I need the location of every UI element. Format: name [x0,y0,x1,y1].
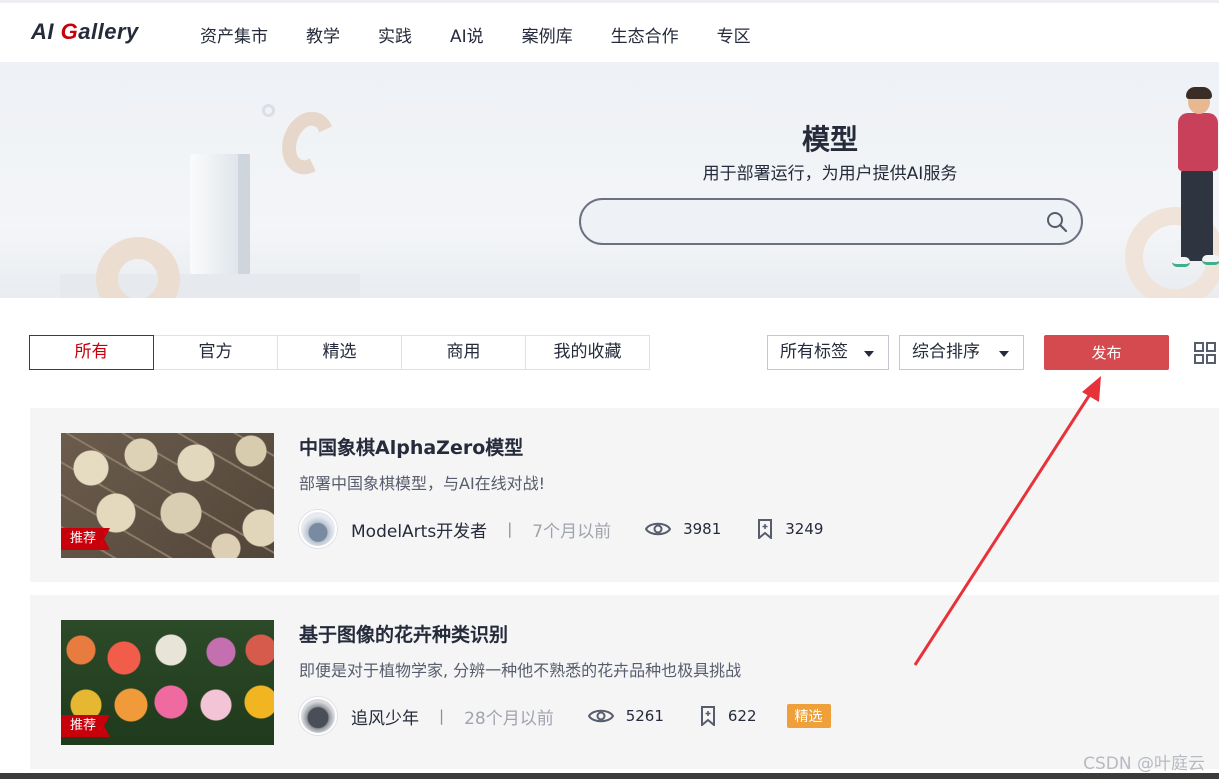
nav-item-case-library[interactable]: 案例库 [522,22,573,47]
tab-featured[interactable]: 精选 [277,335,402,370]
recommended-badge: 推荐 [61,528,111,550]
logo-rest: allery [78,19,139,44]
view-count: 5261 [625,707,664,725]
chevron-down-icon [864,351,874,357]
model-title[interactable]: 中国象棋AlphaZero模型 [299,433,523,460]
logo[interactable]: AI Gallery [31,19,139,45]
model-description: 即便是对于植物学家, 分辨一种他不熟悉的花卉品种也极具挑战 [299,661,742,680]
nav-item-asset-market[interactable]: 资产集市 [200,22,268,47]
avatar[interactable] [299,510,337,548]
model-title[interactable]: 基于图像的花卉种类识别 [299,620,508,647]
model-meta: ModelArts开发者 | 7个月以前 3981 3249 [299,510,823,548]
top-navbar: AI Gallery 资产集市 教学 实践 AI说 案例库 生态合作 专区 [0,0,1219,62]
nav-item-teaching[interactable]: 教学 [306,22,340,47]
main-nav: 资产集市 教学 实践 AI说 案例库 生态合作 专区 [200,22,789,47]
meta-separator: | [507,520,513,538]
author-name[interactable]: ModelArts开发者 [351,517,487,542]
bookmark-icon[interactable] [757,519,773,539]
chevron-down-icon [999,351,1009,357]
search-input[interactable] [601,200,1041,243]
model-card[interactable]: 推荐 中国象棋AlphaZero模型 部署中国象棋模型，与AI在线对战! Mod… [30,408,1219,582]
logo-g: G [60,19,79,44]
hero-banner: 模型 用于部署运行，为用户提供AI服务 [0,62,1219,298]
nav-item-ai-talk[interactable]: AI说 [450,22,484,47]
view-count: 3981 [683,520,722,538]
bottom-bar [0,773,1219,779]
publish-time: 28个月以前 [464,708,554,729]
featured-tag: 精选 [786,704,831,728]
model-thumbnail-chess[interactable]: 推荐 [61,433,274,558]
search-icon[interactable] [1045,210,1069,234]
banner-dot-decoration [262,104,275,117]
grid-view-icon[interactable] [1194,342,1216,364]
publish-button[interactable]: 发布 [1044,335,1169,370]
tab-commercial[interactable]: 商用 [401,335,526,370]
page-subtitle: 用于部署运行，为用户提供AI服务 [702,164,958,184]
banner-person-illustration [1172,87,1219,282]
favorite-count: 3249 [785,520,824,538]
meta-separator: | [439,707,445,725]
logo-prefix: AI [31,19,61,44]
tags-dropdown[interactable]: 所有标签 [767,335,889,370]
model-card[interactable]: 推荐 基于图像的花卉种类识别 即便是对于植物学家, 分辨一种他不熟悉的花卉品种也… [30,595,1219,769]
nav-item-ecosystem[interactable]: 生态合作 [611,22,679,47]
avatar[interactable] [299,697,337,735]
eye-icon [645,522,672,536]
watermark: CSDN @叶庭云 [1083,754,1205,774]
model-thumbnail-flowers[interactable]: 推荐 [61,620,274,745]
author-name[interactable]: 追风少年 [351,704,419,729]
page-title: 模型 [801,123,858,156]
nav-item-practice[interactable]: 实践 [378,22,412,47]
publish-time: 7个月以前 [532,521,612,542]
recommended-badge: 推荐 [61,715,111,737]
favorite-count: 622 [727,707,757,725]
nav-item-zone[interactable]: 专区 [717,22,751,47]
category-tabs: 所有 官方 精选 商用 我的收藏 [29,335,650,370]
search-bar [579,198,1083,245]
sort-dropdown-label: 综合排序 [912,342,980,362]
banner-ring-decoration [96,237,180,298]
tags-dropdown-label: 所有标签 [780,342,848,362]
model-meta: 追风少年 | 28个月以前 5261 622 精选 [299,697,831,735]
model-description: 部署中国象棋模型，与AI在线对战! [299,474,546,493]
tab-my-favorites[interactable]: 我的收藏 [525,335,650,370]
eye-icon [587,709,614,723]
tab-all[interactable]: 所有 [29,335,154,370]
bookmark-icon[interactable] [700,706,716,726]
sort-dropdown[interactable]: 综合排序 [899,335,1024,370]
tab-official[interactable]: 官方 [153,335,278,370]
